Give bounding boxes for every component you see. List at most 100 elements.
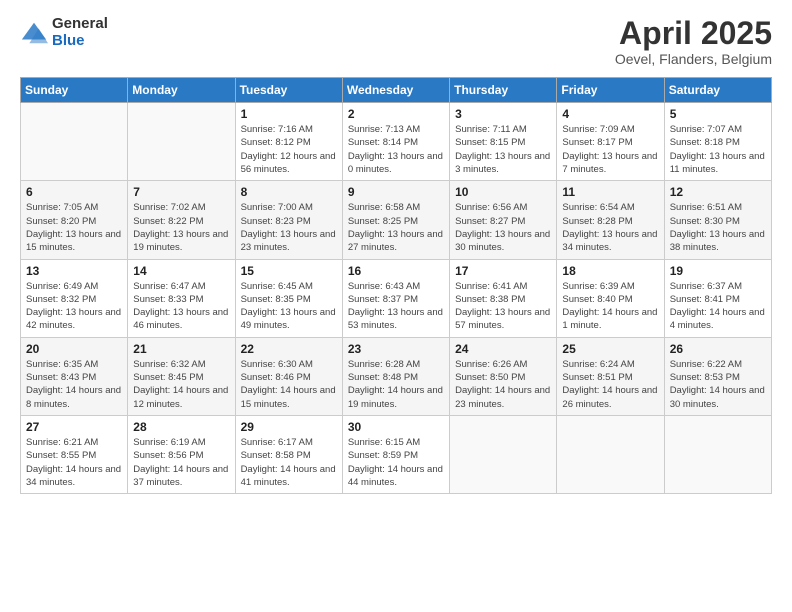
day-detail: Sunrise: 6:17 AMSunset: 8:58 PMDaylight:… xyxy=(241,436,337,489)
table-row: 25Sunrise: 6:24 AMSunset: 8:51 PMDayligh… xyxy=(557,337,664,415)
calendar-week-row: 27Sunrise: 6:21 AMSunset: 8:55 PMDayligh… xyxy=(21,415,772,493)
location-subtitle: Oevel, Flanders, Belgium xyxy=(615,51,772,67)
day-number: 8 xyxy=(241,185,337,199)
table-row: 18 Sunrise: 6:39 AMSunset: 8:40 PMDayligh… xyxy=(557,259,664,337)
table-row: 24 Sunrise: 6:26 AMSunset: 8:50 PMDayligh… xyxy=(450,337,557,415)
day-number: 11 xyxy=(562,185,658,199)
day-number: 2 xyxy=(348,107,444,121)
day-number: 19 xyxy=(670,264,766,278)
table-row: 7Sunrise: 7:02 AMSunset: 8:22 PMDaylight… xyxy=(128,181,235,259)
header: General Blue April 2025 Oevel, Flanders,… xyxy=(20,16,772,67)
calendar-week-row: 6 Sunrise: 7:05 AMSunset: 8:20 PMDaylight… xyxy=(21,181,772,259)
day-detail: Sunrise: 6:28 AMSunset: 8:48 PMDaylight:… xyxy=(348,358,444,411)
table-row: 15Sunrise: 6:45 AMSunset: 8:35 PMDayligh… xyxy=(235,259,342,337)
day-number: 26 xyxy=(670,342,766,356)
table-row: 14 Sunrise: 6:47 AMSunset: 8:33 PMDayligh… xyxy=(128,259,235,337)
day-detail: Sunrise: 6:49 AMSunset: 8:32 PMDaylight:… xyxy=(26,280,122,333)
col-friday: Friday xyxy=(557,78,664,103)
day-detail: Sunrise: 6:19 AMSunset: 8:56 PMDaylight:… xyxy=(133,436,229,489)
table-row: 1 Sunrise: 7:16 AMSunset: 8:12 PMDaylight… xyxy=(235,103,342,181)
logo: General Blue xyxy=(20,16,108,49)
day-detail: Sunrise: 7:00 AMSunset: 8:23 PMDaylight:… xyxy=(241,201,337,254)
table-row: 12Sunrise: 6:51 AMSunset: 8:30 PMDayligh… xyxy=(664,181,771,259)
table-row: 17 Sunrise: 6:41 AMSunset: 8:38 PMDayligh… xyxy=(450,259,557,337)
table-row: 3 Sunrise: 7:11 AMSunset: 8:15 PMDaylight… xyxy=(450,103,557,181)
day-number: 21 xyxy=(133,342,229,356)
day-number: 27 xyxy=(26,420,122,434)
day-detail: Sunrise: 6:56 AMSunset: 8:27 PMDaylight:… xyxy=(455,201,551,254)
table-row: 22Sunrise: 6:30 AMSunset: 8:46 PMDayligh… xyxy=(235,337,342,415)
table-row: 19Sunrise: 6:37 AMSunset: 8:41 PMDayligh… xyxy=(664,259,771,337)
day-detail: Sunrise: 6:39 AMSunset: 8:40 PMDaylight:… xyxy=(562,280,658,333)
day-detail: Sunrise: 7:07 AMSunset: 8:18 PMDaylight:… xyxy=(670,123,766,176)
table-row: 26 Sunrise: 6:22 AMSunset: 8:53 PMDayligh… xyxy=(664,337,771,415)
day-detail: Sunrise: 7:05 AMSunset: 8:20 PMDaylight:… xyxy=(26,201,122,254)
logo-icon xyxy=(20,19,48,47)
day-detail: Sunrise: 6:15 AMSunset: 8:59 PMDaylight:… xyxy=(348,436,444,489)
table-row: 29 Sunrise: 6:17 AMSunset: 8:58 PMDayligh… xyxy=(235,415,342,493)
day-number: 14 xyxy=(133,264,229,278)
day-detail: Sunrise: 6:43 AMSunset: 8:37 PMDaylight:… xyxy=(348,280,444,333)
table-row xyxy=(128,103,235,181)
day-number: 10 xyxy=(455,185,551,199)
day-number: 20 xyxy=(26,342,122,356)
calendar-table: Sunday Monday Tuesday Wednesday Thursday… xyxy=(20,77,772,494)
page: General Blue April 2025 Oevel, Flanders,… xyxy=(0,0,792,612)
table-row: 20 Sunrise: 6:35 AMSunset: 8:43 PMDayligh… xyxy=(21,337,128,415)
day-detail: Sunrise: 6:47 AMSunset: 8:33 PMDaylight:… xyxy=(133,280,229,333)
day-detail: Sunrise: 7:13 AMSunset: 8:14 PMDaylight:… xyxy=(348,123,444,176)
col-saturday: Saturday xyxy=(664,78,771,103)
table-row: 16 Sunrise: 6:43 AMSunset: 8:37 PMDayligh… xyxy=(342,259,449,337)
day-number: 9 xyxy=(348,185,444,199)
day-number: 28 xyxy=(133,420,229,434)
day-number: 1 xyxy=(241,107,337,121)
logo-general: General xyxy=(52,16,108,33)
calendar-header-row: Sunday Monday Tuesday Wednesday Thursday… xyxy=(21,78,772,103)
day-number: 4 xyxy=(562,107,658,121)
logo-text: General Blue xyxy=(52,16,108,49)
table-row: 23 Sunrise: 6:28 AMSunset: 8:48 PMDayligh… xyxy=(342,337,449,415)
day-detail: Sunrise: 7:11 AMSunset: 8:15 PMDaylight:… xyxy=(455,123,551,176)
table-row: 5 Sunrise: 7:07 AMSunset: 8:18 PMDaylight… xyxy=(664,103,771,181)
table-row: 13 Sunrise: 6:49 AMSunset: 8:32 PMDayligh… xyxy=(21,259,128,337)
day-number: 24 xyxy=(455,342,551,356)
day-number: 7 xyxy=(133,185,229,199)
table-row: 11 Sunrise: 6:54 AMSunset: 8:28 PMDayligh… xyxy=(557,181,664,259)
table-row: 30 Sunrise: 6:15 AMSunset: 8:59 PMDayligh… xyxy=(342,415,449,493)
day-number: 3 xyxy=(455,107,551,121)
day-detail: Sunrise: 6:35 AMSunset: 8:43 PMDaylight:… xyxy=(26,358,122,411)
calendar-week-row: 20 Sunrise: 6:35 AMSunset: 8:43 PMDayligh… xyxy=(21,337,772,415)
calendar-week-row: 13 Sunrise: 6:49 AMSunset: 8:32 PMDayligh… xyxy=(21,259,772,337)
day-number: 13 xyxy=(26,264,122,278)
table-row: 2 Sunrise: 7:13 AMSunset: 8:14 PMDaylight… xyxy=(342,103,449,181)
day-number: 17 xyxy=(455,264,551,278)
col-monday: Monday xyxy=(128,78,235,103)
col-tuesday: Tuesday xyxy=(235,78,342,103)
day-number: 12 xyxy=(670,185,766,199)
month-title: April 2025 xyxy=(615,16,772,51)
day-number: 29 xyxy=(241,420,337,434)
table-row xyxy=(21,103,128,181)
day-detail: Sunrise: 6:26 AMSunset: 8:50 PMDaylight:… xyxy=(455,358,551,411)
title-block: April 2025 Oevel, Flanders, Belgium xyxy=(615,16,772,67)
day-number: 6 xyxy=(26,185,122,199)
day-number: 5 xyxy=(670,107,766,121)
day-detail: Sunrise: 6:41 AMSunset: 8:38 PMDaylight:… xyxy=(455,280,551,333)
col-thursday: Thursday xyxy=(450,78,557,103)
day-number: 16 xyxy=(348,264,444,278)
table-row: 28 Sunrise: 6:19 AMSunset: 8:56 PMDayligh… xyxy=(128,415,235,493)
table-row: 9Sunrise: 6:58 AMSunset: 8:25 PMDaylight… xyxy=(342,181,449,259)
col-sunday: Sunday xyxy=(21,78,128,103)
day-number: 30 xyxy=(348,420,444,434)
table-row xyxy=(557,415,664,493)
day-detail: Sunrise: 7:16 AMSunset: 8:12 PMDaylight:… xyxy=(241,123,337,176)
day-number: 18 xyxy=(562,264,658,278)
table-row: 21 Sunrise: 6:32 AMSunset: 8:45 PMDayligh… xyxy=(128,337,235,415)
day-detail: Sunrise: 6:22 AMSunset: 8:53 PMDaylight:… xyxy=(670,358,766,411)
table-row xyxy=(450,415,557,493)
table-row: 6 Sunrise: 7:05 AMSunset: 8:20 PMDaylight… xyxy=(21,181,128,259)
day-detail: Sunrise: 6:54 AMSunset: 8:28 PMDaylight:… xyxy=(562,201,658,254)
day-detail: Sunrise: 6:32 AMSunset: 8:45 PMDaylight:… xyxy=(133,358,229,411)
day-number: 23 xyxy=(348,342,444,356)
table-row: 27Sunrise: 6:21 AMSunset: 8:55 PMDayligh… xyxy=(21,415,128,493)
